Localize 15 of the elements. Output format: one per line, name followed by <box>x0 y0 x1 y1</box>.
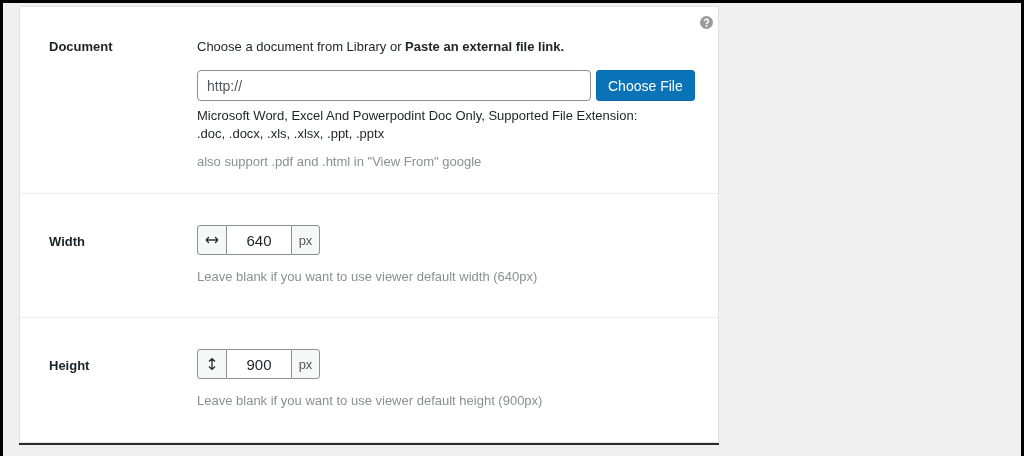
intro-text: Choose a document from Library or Paste an external file link. <box>197 39 566 55</box>
help-icon[interactable] <box>700 16 713 29</box>
url-field[interactable]: http:// <box>197 70 591 101</box>
hint-text: Leave blank if you want to use viewer default height (900px) <box>197 393 544 408</box>
number-field[interactable]: 900 <box>227 349 291 379</box>
number-field[interactable]: 640 <box>227 225 291 255</box>
setting-label: Height <box>49 357 91 375</box>
hint-text: Leave blank if you want to use viewer default width (640px) <box>197 269 539 284</box>
setting-label: Document <box>49 39 114 56</box>
setting-label: Width <box>49 233 86 251</box>
unit-label: px <box>291 349 320 379</box>
choose-file-button[interactable]: Choose File <box>596 70 695 101</box>
hint-text: also support .pdf and .html in "View From" google <box>197 154 483 169</box>
supported-formats-text: Microsoft Word, Excel And Powerpodint Doc Only, Supported File Extension: .doc, .docx, .xls, .xlsx, .ppt, .pptx <box>197 107 639 143</box>
unit-label: px <box>291 225 320 255</box>
